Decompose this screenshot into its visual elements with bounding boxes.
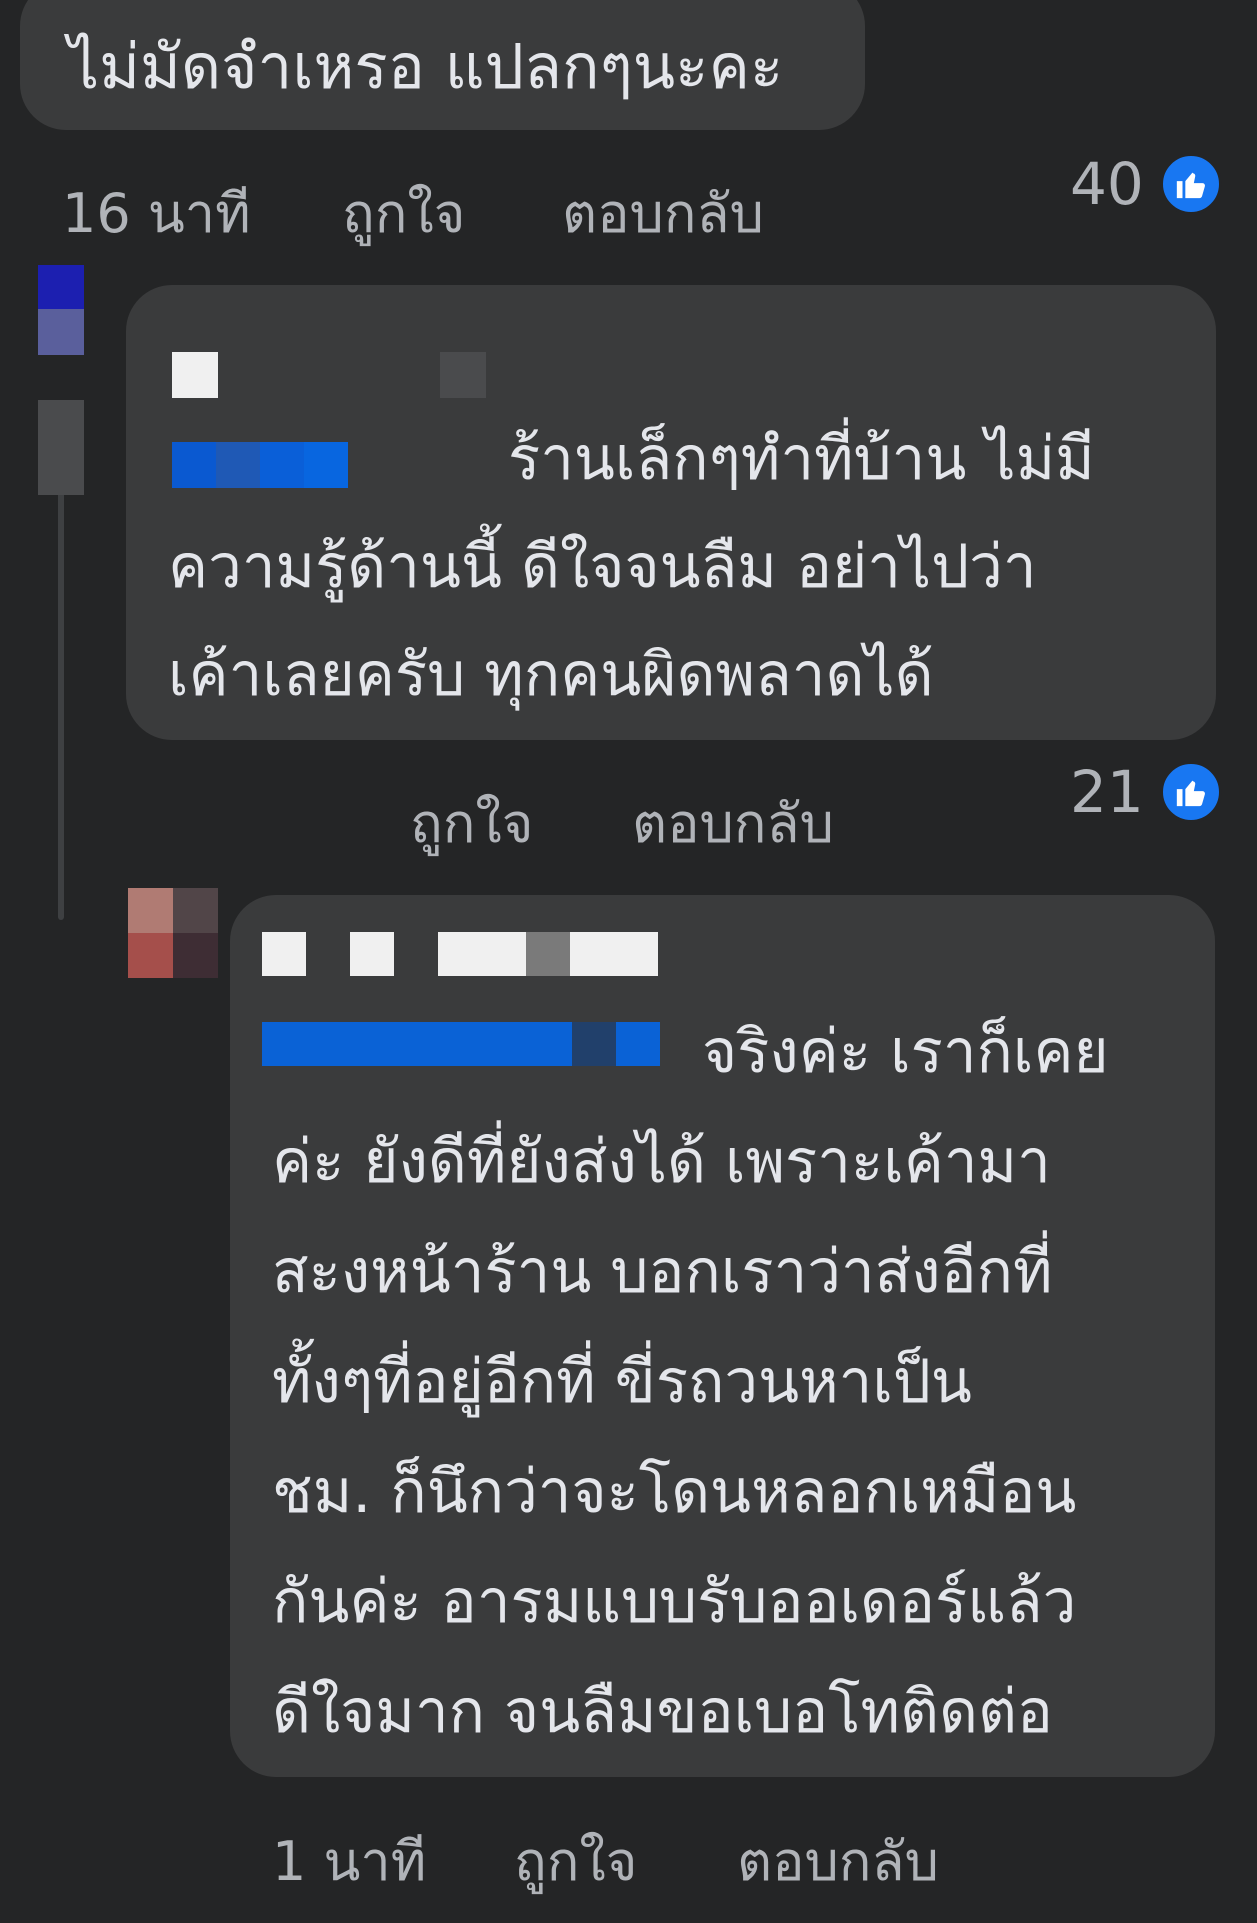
reply-link-2[interactable]: ตอบกลับ [632, 780, 834, 866]
commenter-name-3[interactable] [262, 932, 662, 978]
comment-meta-3: 1 นาที ถูกใจ ตอบกลับ [272, 1818, 1072, 1893]
like-count-1[interactable]: 40 [1070, 150, 1222, 218]
avatar-3[interactable] [128, 888, 218, 978]
comment-meta-2: ถูกใจ ตอบกลับ [170, 780, 970, 855]
thumbs-up-icon [1159, 153, 1222, 215]
reply-link-3[interactable]: ตอบกลับ [737, 1818, 939, 1904]
like-link-1[interactable]: ถูกใจ [342, 170, 465, 256]
thumbs-up-icon [1159, 761, 1222, 823]
avatar-shadow-2 [38, 400, 84, 495]
thread-line [58, 480, 64, 920]
comment-meta-1: 16 นาที ถูกใจ ตอบกลับ [62, 170, 862, 245]
like-link-3[interactable]: ถูกใจ [514, 1818, 637, 1904]
avatar-2[interactable] [38, 265, 84, 355]
comment-text-2: ร้านเล็กๆทำที่บ้าน ไม่มี ความรู้ด้านนี้ … [168, 424, 1095, 710]
comment-time-1[interactable]: 16 นาที [62, 170, 251, 256]
like-count-text-2: 21 [1070, 758, 1144, 826]
comment-time-3[interactable]: 1 นาที [272, 1818, 426, 1904]
comment-text-3: จริงค่ะ เราก็เคย ค่ะ ยังดีที่ยังส่งได้ เ… [272, 1017, 1109, 1747]
like-count-text-1: 40 [1070, 150, 1144, 218]
comment-text-1: ไม่มัดจำเหรอ แปลกๆนะคะ [68, 30, 784, 103]
like-link-2[interactable]: ถูกใจ [410, 780, 533, 866]
reply-link-1[interactable]: ตอบกลับ [562, 170, 764, 256]
like-count-2[interactable]: 21 [1070, 758, 1222, 826]
commenter-name-2[interactable] [172, 352, 492, 400]
